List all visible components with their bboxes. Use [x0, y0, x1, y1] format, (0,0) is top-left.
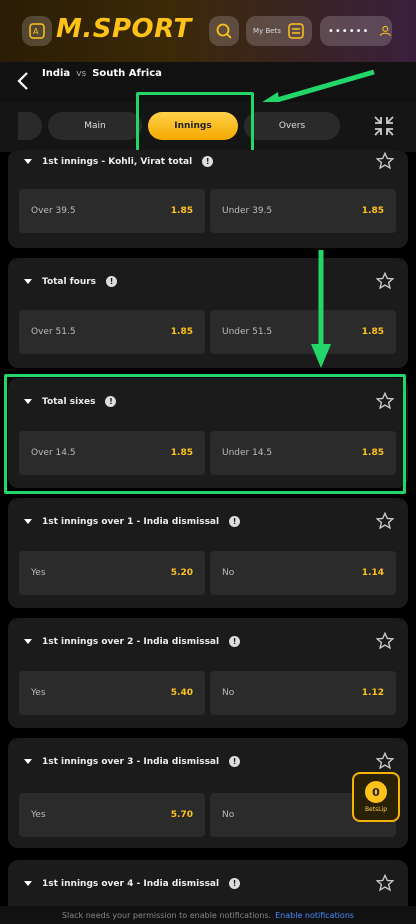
- vs-label: vs: [76, 69, 87, 79]
- collapse-triangle-icon: [24, 159, 32, 164]
- market-card: 1st innings - Kohli, Virat total ! Over …: [8, 150, 408, 248]
- odd-value: 1.85: [170, 327, 193, 337]
- app-logo: M.SPORT: [56, 14, 192, 44]
- odd-button[interactable]: Under 39.5 1.85: [210, 189, 396, 233]
- collapse-triangle-icon: [24, 759, 32, 764]
- odd-label: Over 39.5: [31, 206, 76, 216]
- odd-button[interactable]: Yes 5.20: [19, 551, 205, 595]
- balance-mask: ••••••: [328, 25, 370, 37]
- market-card: Total fours ! Over 51.5 1.85 Under 51.5 …: [8, 258, 408, 368]
- info-icon[interactable]: !: [202, 156, 214, 167]
- svg-text:A: A: [33, 27, 39, 36]
- star-icon[interactable]: [376, 272, 394, 290]
- translate-button[interactable]: A: [22, 16, 52, 46]
- info-icon[interactable]: !: [106, 276, 118, 287]
- market-title: 1st innings - Kohli, Virat total: [42, 156, 193, 167]
- tab-overs[interactable]: Overs: [244, 112, 340, 140]
- odd-label: Yes: [31, 568, 46, 578]
- star-icon[interactable]: [376, 752, 394, 770]
- betslip-label: BetsLip: [364, 806, 388, 813]
- collapse-triangle-icon: [24, 639, 32, 644]
- search-icon: [216, 23, 232, 39]
- betslip-button[interactable]: 0 BetsLip: [352, 772, 400, 822]
- market-title: Total fours: [42, 276, 97, 287]
- collapse-triangle-icon: [24, 279, 32, 284]
- info-icon[interactable]: !: [229, 636, 241, 647]
- odd-button[interactable]: Yes 5.40: [19, 671, 205, 715]
- odd-value: 5.70: [170, 810, 193, 820]
- translate-icon: A: [29, 23, 45, 39]
- user-icon: [380, 25, 392, 37]
- odd-label: No: [222, 688, 235, 698]
- star-icon[interactable]: [376, 874, 394, 892]
- enable-notifications-link[interactable]: Enable notifications: [275, 911, 354, 920]
- top-header: A M.SPORT My Bets ••••••: [0, 0, 416, 62]
- odd-label: Under 51.5: [222, 327, 273, 337]
- collapse-icon[interactable]: [372, 114, 396, 138]
- market-title: 1st innings over 3 - India dismissal: [42, 756, 220, 767]
- market-card: 1st innings over 1 - India dismissal ! Y…: [8, 498, 408, 608]
- market-header[interactable]: 1st innings over 1 - India dismissal !: [24, 516, 241, 527]
- team-away: South Africa: [92, 68, 162, 79]
- star-icon[interactable]: [376, 632, 394, 650]
- market-card: 1st innings over 4 - India dismissal !: [8, 860, 408, 906]
- star-icon[interactable]: [376, 152, 394, 170]
- odd-label: Under 39.5: [222, 206, 273, 216]
- odd-button[interactable]: No 1.14: [210, 551, 396, 595]
- odd-label: No: [222, 568, 235, 578]
- highlight-total-sixes: [4, 374, 406, 494]
- odd-button[interactable]: Yes 5.70: [19, 793, 205, 837]
- odd-button[interactable]: Under 51.5 1.85: [210, 310, 396, 354]
- odd-value: 1.85: [170, 206, 193, 216]
- odd-label: No: [222, 810, 235, 820]
- market-title: 1st innings over 1 - India dismissal: [42, 516, 220, 527]
- bets-list-icon: [288, 23, 304, 39]
- market-header[interactable]: Total fours !: [24, 276, 118, 287]
- odd-value: 1.85: [361, 327, 384, 337]
- my-bets-label: My Bets: [253, 27, 281, 35]
- betslip-count: 0: [365, 781, 387, 803]
- odd-button[interactable]: Over 51.5 1.85: [19, 310, 205, 354]
- market-header[interactable]: 1st innings over 3 - India dismissal !: [24, 756, 241, 767]
- market-header[interactable]: 1st innings - Kohli, Virat total !: [24, 156, 214, 167]
- market-header[interactable]: 1st innings over 2 - India dismissal !: [24, 636, 241, 647]
- collapse-triangle-icon: [24, 881, 32, 886]
- odd-value: 1.12: [361, 688, 384, 698]
- team-home: India: [42, 68, 71, 79]
- tab-main[interactable]: Main: [48, 112, 142, 140]
- collapse-triangle-icon: [24, 519, 32, 524]
- match-title: India vs South Africa: [42, 68, 162, 79]
- highlight-innings-tab: [136, 92, 254, 158]
- odd-value: 1.85: [361, 206, 384, 216]
- market-title: 1st innings over 4 - India dismissal: [42, 878, 220, 889]
- info-icon[interactable]: !: [229, 516, 241, 527]
- odd-button[interactable]: Over 39.5 1.85: [19, 189, 205, 233]
- market-card: 1st innings over 2 - India dismissal ! Y…: [8, 618, 408, 728]
- my-bets-button[interactable]: My Bets: [246, 16, 312, 46]
- market-title: 1st innings over 2 - India dismissal: [42, 636, 220, 647]
- odd-button[interactable]: No 1.12: [210, 671, 396, 715]
- market-header[interactable]: 1st innings over 4 - India dismissal !: [24, 878, 241, 889]
- odd-label: Over 51.5: [31, 327, 76, 337]
- odd-value: 5.40: [170, 688, 193, 698]
- back-arrow-icon[interactable]: [14, 70, 34, 92]
- annotation-arrow-vertical: [311, 250, 331, 368]
- odd-label: Yes: [31, 688, 46, 698]
- search-button[interactable]: [209, 16, 239, 46]
- notification-bar: Slack needs your permission to enable no…: [0, 906, 416, 924]
- odd-value: 5.20: [170, 568, 193, 578]
- odd-label: Yes: [31, 810, 46, 820]
- market-card: 1st innings over 3 - India dismissal ! Y…: [8, 738, 408, 848]
- odd-value: 1.14: [361, 568, 384, 578]
- info-icon[interactable]: !: [229, 756, 241, 767]
- account-button[interactable]: ••••••: [320, 16, 392, 46]
- star-icon[interactable]: [376, 512, 394, 530]
- info-icon[interactable]: !: [229, 878, 241, 889]
- notification-text: Slack needs your permission to enable no…: [61, 910, 272, 920]
